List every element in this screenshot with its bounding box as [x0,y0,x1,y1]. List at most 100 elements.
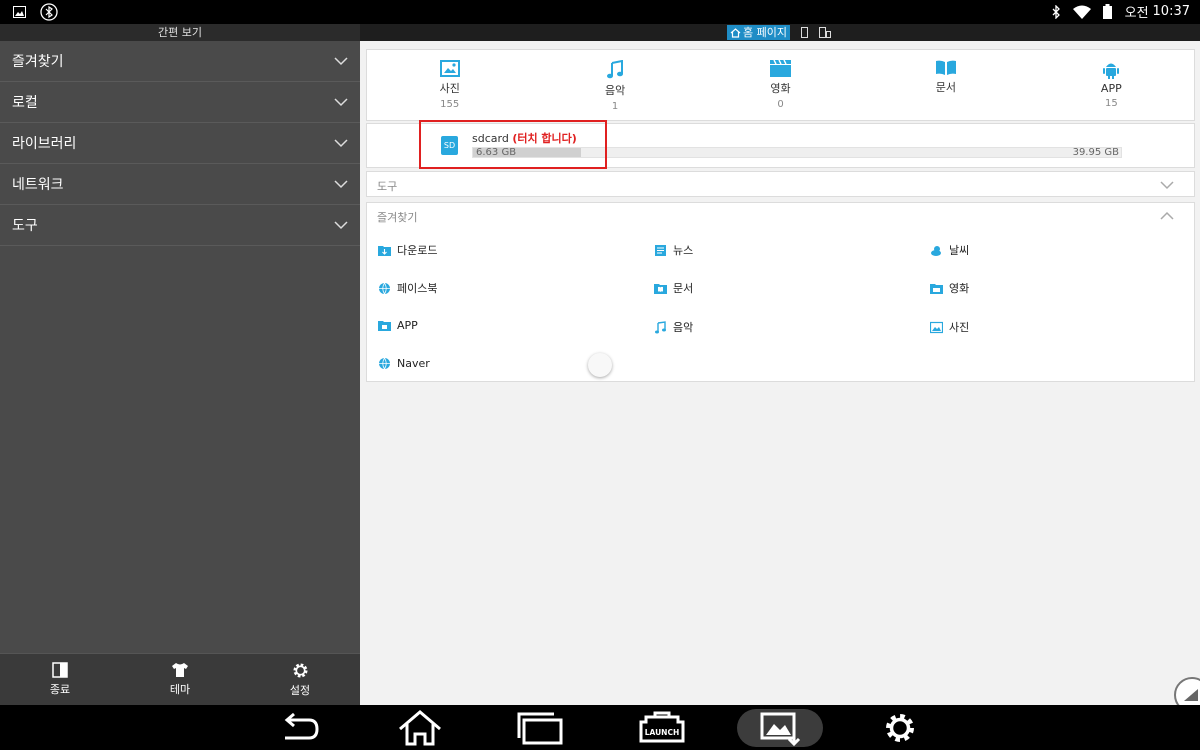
bluetooth-off-icon [40,3,58,21]
storage-name: sdcard [472,132,509,145]
category-documents[interactable]: 문서 [863,50,1028,120]
tools-section[interactable]: 도구 [366,171,1195,197]
tab-home-label: 홈 페이지 [743,26,787,39]
sidebar-item-label: 즐겨찾기 [12,54,64,70]
category-label: 음악 [604,84,626,97]
storage-name-line: sdcard (터치 합니다) [472,130,577,146]
chevron-down-icon [334,180,348,189]
gallery-icon [760,712,801,746]
settings-button[interactable]: 설정 [240,654,360,705]
music-icon [607,60,624,79]
movie-icon [930,283,943,294]
tools-section-label: 도구 [377,180,398,193]
favorite-documents[interactable]: 문서 [654,280,693,296]
favorite-label: Naver [397,357,430,370]
chevron-up-icon[interactable] [1160,211,1174,221]
favorite-downloads[interactable]: 다운로드 [378,242,437,258]
shirt-icon [172,663,188,677]
top-tab-bar: 홈 페이지 [360,24,1200,41]
category-apps[interactable]: APP 15 [1029,50,1194,120]
wifi-icon [1072,3,1091,21]
android-icon [378,321,391,331]
exit-button[interactable]: 종료 [0,654,120,705]
category-count: 0 [777,99,784,110]
favorite-label: 다운로드 [397,244,438,257]
sidebar-header: 간편 보기 [0,24,360,41]
home-icon [399,710,441,746]
category-count: 15 [1104,98,1118,109]
chevron-down-icon [334,139,348,148]
loading-indicator [588,353,612,377]
home-button[interactable] [395,709,445,747]
navigation-bar: LAUNCH [0,705,1200,750]
favorite-label: 영화 [949,282,970,295]
favorite-label: 음악 [673,321,694,334]
storage-sdcard[interactable]: SD sdcard (터치 합니다) 6.63 GB 39.95 GB [366,123,1195,168]
chevron-down-icon [334,57,348,66]
sidebar-item-library[interactable]: 라이브러리 [0,123,360,164]
news-icon [655,244,666,256]
category-label: 문서 [935,81,957,94]
sidebar-item-favorites[interactable]: 즐겨찾기 [0,41,360,82]
sidebar-item-label: 로컬 [12,95,38,111]
sidebar-bottom-bar: 종료 테마 설정 [0,653,360,705]
category-music[interactable]: 음악 1 [532,50,697,120]
favorite-movies[interactable]: 영화 [930,280,969,296]
back-icon [284,712,319,740]
favorite-label: 페이스북 [397,282,438,295]
devices-icon[interactable] [819,27,831,38]
image-icon [439,60,460,77]
sidebar-item-label: 라이브러리 [12,136,77,152]
gallery-button[interactable] [737,709,823,747]
favorite-label: 문서 [673,282,694,295]
favorites-section: 즐겨찾기 다운로드 뉴스 날씨 페이스북 문서 영화 APP 음악 사진 Nav… [366,202,1195,382]
category-label: 영화 [770,82,791,95]
favorite-weather[interactable]: 날씨 [930,242,969,258]
storage-used: 6.63 GB [476,147,517,158]
storage-total: 39.95 GB [1072,147,1119,158]
theme-button[interactable]: 테마 [120,654,240,705]
tab-home[interactable]: 홈 페이지 [727,25,790,40]
download-folder-icon [378,245,391,256]
music-icon [655,320,666,333]
chevron-down-icon [1160,181,1174,190]
favorites-section-label: 즐겨찾기 [377,211,418,224]
recents-icon [517,712,563,745]
sidebar-item-local[interactable]: 로컬 [0,82,360,123]
favorite-label: 날씨 [949,244,970,257]
sidebar-item-tools[interactable]: 도구 [0,205,360,246]
phone-icon[interactable] [801,27,808,38]
launch-button[interactable]: LAUNCH [636,709,688,747]
storage-usage-bar: 6.63 GB 39.95 GB [472,147,1122,158]
category-movies[interactable]: 영화 0 [698,50,863,120]
bluetooth-icon [1047,3,1065,21]
battery-icon [1099,3,1117,21]
favorite-naver[interactable]: Naver [378,357,430,370]
theme-label: 테마 [169,683,191,696]
settings-label: 설정 [289,683,311,697]
chevron-down-icon [334,98,348,107]
favorite-facebook[interactable]: 페이스북 [378,280,437,296]
settings-nav-button[interactable] [875,709,925,747]
launch-text: LAUNCH [645,728,680,737]
gear-icon [292,662,308,678]
book-icon [935,60,956,75]
favorite-news[interactable]: 뉴스 [654,242,693,258]
status-time: 10:37 [1152,4,1190,19]
sidebar-item-network[interactable]: 네트워크 [0,164,360,205]
back-button[interactable] [275,709,325,747]
chevron-down-icon [334,221,348,230]
favorite-photos[interactable]: 사진 [930,319,969,335]
image-icon [930,321,943,333]
status-time-prefix: 오전 [1124,6,1149,21]
android-icon [1103,63,1120,79]
document-icon [654,283,667,294]
favorite-music[interactable]: 음악 [654,319,693,335]
category-label: APP [1100,82,1122,95]
category-photos[interactable]: 사진 155 [367,50,532,120]
gear-icon [886,714,914,742]
recents-button[interactable] [515,709,565,747]
favorite-label: 뉴스 [673,244,694,257]
favorite-app[interactable]: APP [378,319,418,332]
status-bar: 오전 10:37 [0,0,1200,24]
